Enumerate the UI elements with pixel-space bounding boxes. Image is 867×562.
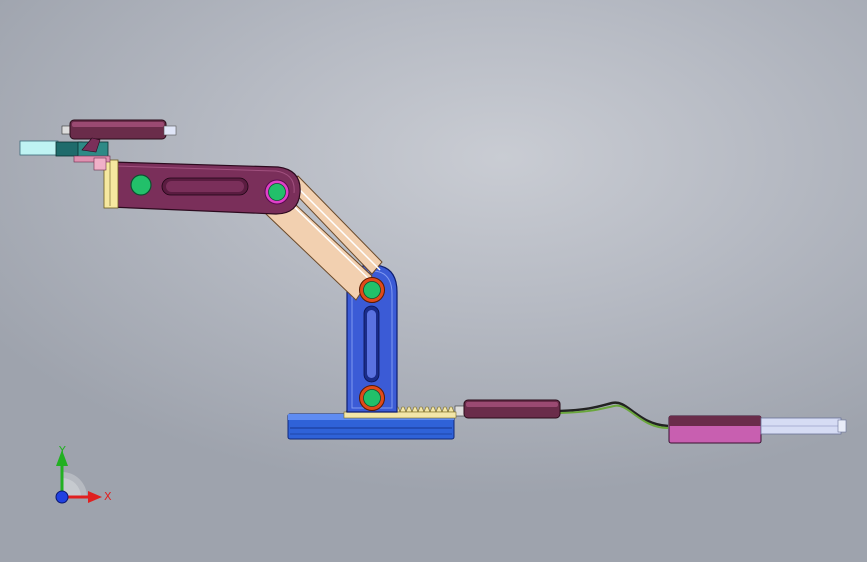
- top-cylinder[interactable]: [61, 119, 177, 140]
- x-axis-label: X: [104, 490, 112, 503]
- hose: [559, 401, 669, 429]
- end-cylinder[interactable]: [668, 415, 847, 444]
- coordinate-triad-icon[interactable]: Y X: [55, 444, 112, 504]
- pivot-pin-base[interactable]: [359, 385, 385, 411]
- base-cylinder[interactable]: [454, 399, 561, 419]
- y-axis-label: Y: [58, 444, 66, 457]
- pivot-pin-gripper[interactable]: [130, 174, 152, 196]
- gripper[interactable]: [19, 137, 111, 171]
- pivot-pin-elbow[interactable]: [264, 179, 290, 205]
- pivot-pin-shoulder[interactable]: [359, 277, 385, 303]
- robot-arm-assembly[interactable]: Y X: [0, 0, 867, 562]
- cad-viewport[interactable]: Y X: [0, 0, 867, 562]
